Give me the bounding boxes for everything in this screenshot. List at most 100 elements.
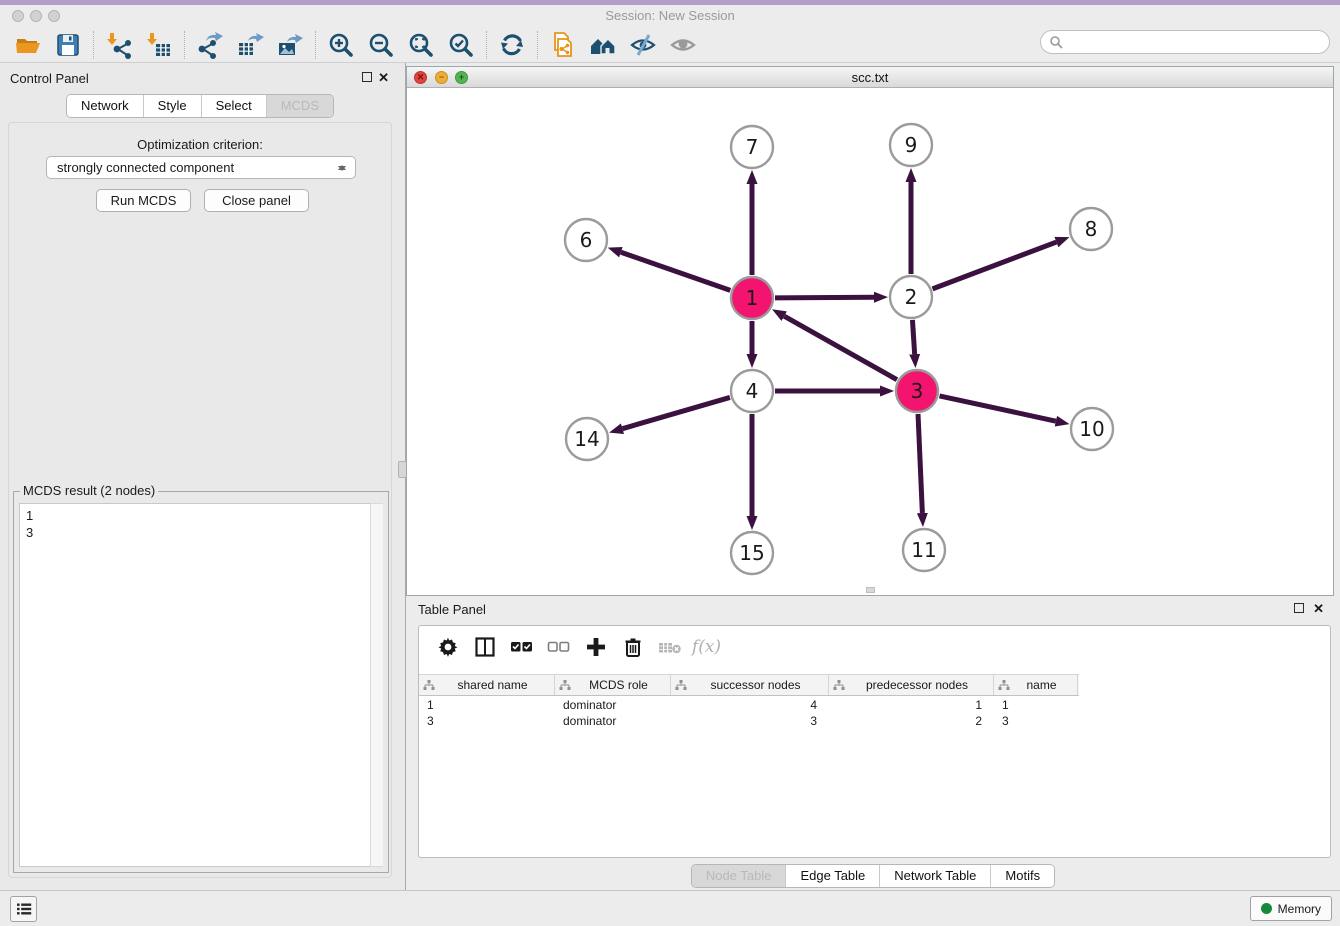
search-icon [1049, 35, 1063, 49]
node-14[interactable]: 14 [566, 418, 608, 460]
export-image-button[interactable] [270, 29, 310, 61]
criterion-dropdown[interactable]: strongly connected component [46, 156, 356, 179]
node-label: 15 [739, 541, 764, 565]
trash-icon [622, 636, 644, 658]
result-scrollbar[interactable] [370, 503, 383, 867]
show-all-button[interactable] [663, 29, 703, 61]
close-panel-icon[interactable]: ✕ [378, 70, 389, 86]
node-label: 7 [746, 135, 759, 159]
node-9[interactable]: 9 [890, 124, 932, 166]
column-header-MCDS-role[interactable]: MCDS role [555, 675, 671, 695]
run-mcds-button[interactable]: Run MCDS [96, 189, 191, 212]
zoom-selected-button[interactable] [441, 29, 481, 61]
toolbar-separator [537, 31, 538, 59]
edge-2-3[interactable] [912, 320, 914, 354]
apply-function-button[interactable]: f(x) [688, 631, 725, 663]
edge-4-14[interactable] [623, 397, 730, 428]
network-graph[interactable]: 7 9 6 8 1 2 4 3 14 10 15 11 [407, 88, 1333, 594]
node-10[interactable]: 10 [1071, 408, 1113, 450]
column-header-predecessor-nodes[interactable]: predecessor nodes [829, 675, 994, 695]
import-table-icon [145, 31, 173, 59]
edge-1-6[interactable] [621, 252, 730, 290]
select-all-rows-button[interactable] [503, 631, 540, 663]
network-frame: ✕ − + scc.txt 7 9 6 8 1 2 4 3 14 10 15 11 [406, 66, 1334, 596]
gear-icon [437, 636, 459, 658]
tab-style[interactable]: Style [143, 95, 201, 117]
node-1[interactable]: 1 [731, 277, 773, 319]
edge-3-10[interactable] [939, 396, 1055, 421]
hide-selected-button[interactable] [623, 29, 663, 61]
table-tab-node-table[interactable]: Node Table [692, 865, 786, 887]
node-4[interactable]: 4 [731, 370, 773, 412]
table-cell: 1 [994, 697, 1078, 713]
control-panel-header: Control Panel ✕ [0, 63, 400, 91]
duplicate-network-button[interactable] [543, 29, 583, 61]
network-canvas[interactable]: 7 9 6 8 1 2 4 3 14 10 15 11 [407, 88, 1333, 594]
close-table-panel-icon[interactable]: ✕ [1313, 601, 1324, 617]
mcds-result-text[interactable]: 1 3 [19, 503, 383, 867]
table-tab-motifs[interactable]: Motifs [990, 865, 1054, 887]
export-network-button[interactable] [190, 29, 230, 61]
node-label: 8 [1085, 217, 1098, 241]
table-row[interactable]: 1dominator411 [419, 697, 1079, 713]
export-table-icon [236, 31, 264, 59]
first-neighbors-button[interactable] [583, 29, 623, 61]
apply-layout-button[interactable] [492, 29, 532, 61]
frame-resize-grip[interactable] [866, 587, 875, 593]
open-folder-icon [14, 31, 42, 59]
node-3[interactable]: 3 [896, 370, 938, 412]
edge-3-1[interactable] [784, 316, 897, 380]
tab-select[interactable]: Select [201, 95, 266, 117]
table-row[interactable]: 3dominator323 [419, 713, 1079, 729]
table-cell: 4 [671, 697, 829, 713]
task-history-button[interactable] [10, 896, 37, 922]
column-header-shared-name[interactable]: shared name [419, 675, 555, 695]
import-table-button[interactable] [139, 29, 179, 61]
node-2[interactable]: 2 [890, 276, 932, 318]
zoom-fit-button[interactable] [401, 29, 441, 61]
network-frame-title: scc.txt [407, 70, 1333, 85]
network-frame-titlebar[interactable]: ✕ − + scc.txt [407, 67, 1333, 88]
search-input[interactable] [1063, 32, 1329, 52]
open-session-button[interactable] [8, 29, 48, 61]
app-window: Session: New Session [0, 0, 1340, 926]
node-8[interactable]: 8 [1070, 208, 1112, 250]
table-settings-button[interactable] [429, 631, 466, 663]
table-cell: 3 [671, 713, 829, 729]
memory-button[interactable]: Memory [1250, 896, 1332, 921]
float-panel-icon[interactable] [362, 72, 372, 82]
column-label: successor nodes [687, 678, 824, 692]
table-cell: 1 [419, 697, 555, 713]
edge-1-2[interactable] [775, 297, 874, 298]
node-15[interactable]: 15 [731, 532, 773, 574]
import-network-button[interactable] [99, 29, 139, 61]
zoom-in-button[interactable] [321, 29, 361, 61]
column-header-successor-nodes[interactable]: successor nodes [671, 675, 829, 695]
node-6[interactable]: 6 [565, 219, 607, 261]
edge-3-11[interactable] [918, 414, 922, 513]
tab-mcds[interactable]: MCDS [266, 95, 333, 117]
column-label: shared name [435, 678, 550, 692]
save-session-button[interactable] [48, 29, 88, 61]
search-box[interactable] [1040, 30, 1330, 54]
table-rows: 1dominator4113dominator323 [419, 697, 1079, 729]
deselect-all-rows-button[interactable] [540, 631, 577, 663]
table-tab-edge-table[interactable]: Edge Table [785, 865, 879, 887]
float-table-panel-icon[interactable] [1294, 603, 1304, 613]
split-view-button[interactable] [466, 631, 503, 663]
node-label: 3 [911, 379, 924, 403]
close-panel-button[interactable]: Close panel [204, 189, 309, 212]
tab-network[interactable]: Network [67, 95, 143, 117]
delete-column-button[interactable] [651, 631, 688, 663]
table-cell: 3 [419, 713, 555, 729]
edge-2-8[interactable] [933, 242, 1057, 289]
column-header-name[interactable]: name [994, 675, 1078, 695]
table-toolbar: f(x) [419, 626, 1330, 668]
export-table-button[interactable] [230, 29, 270, 61]
table-tab-network-table[interactable]: Network Table [879, 865, 990, 887]
zoom-out-button[interactable] [361, 29, 401, 61]
node-11[interactable]: 11 [903, 529, 945, 571]
delete-row-button[interactable] [614, 631, 651, 663]
add-column-button[interactable] [577, 631, 614, 663]
node-7[interactable]: 7 [731, 126, 773, 168]
